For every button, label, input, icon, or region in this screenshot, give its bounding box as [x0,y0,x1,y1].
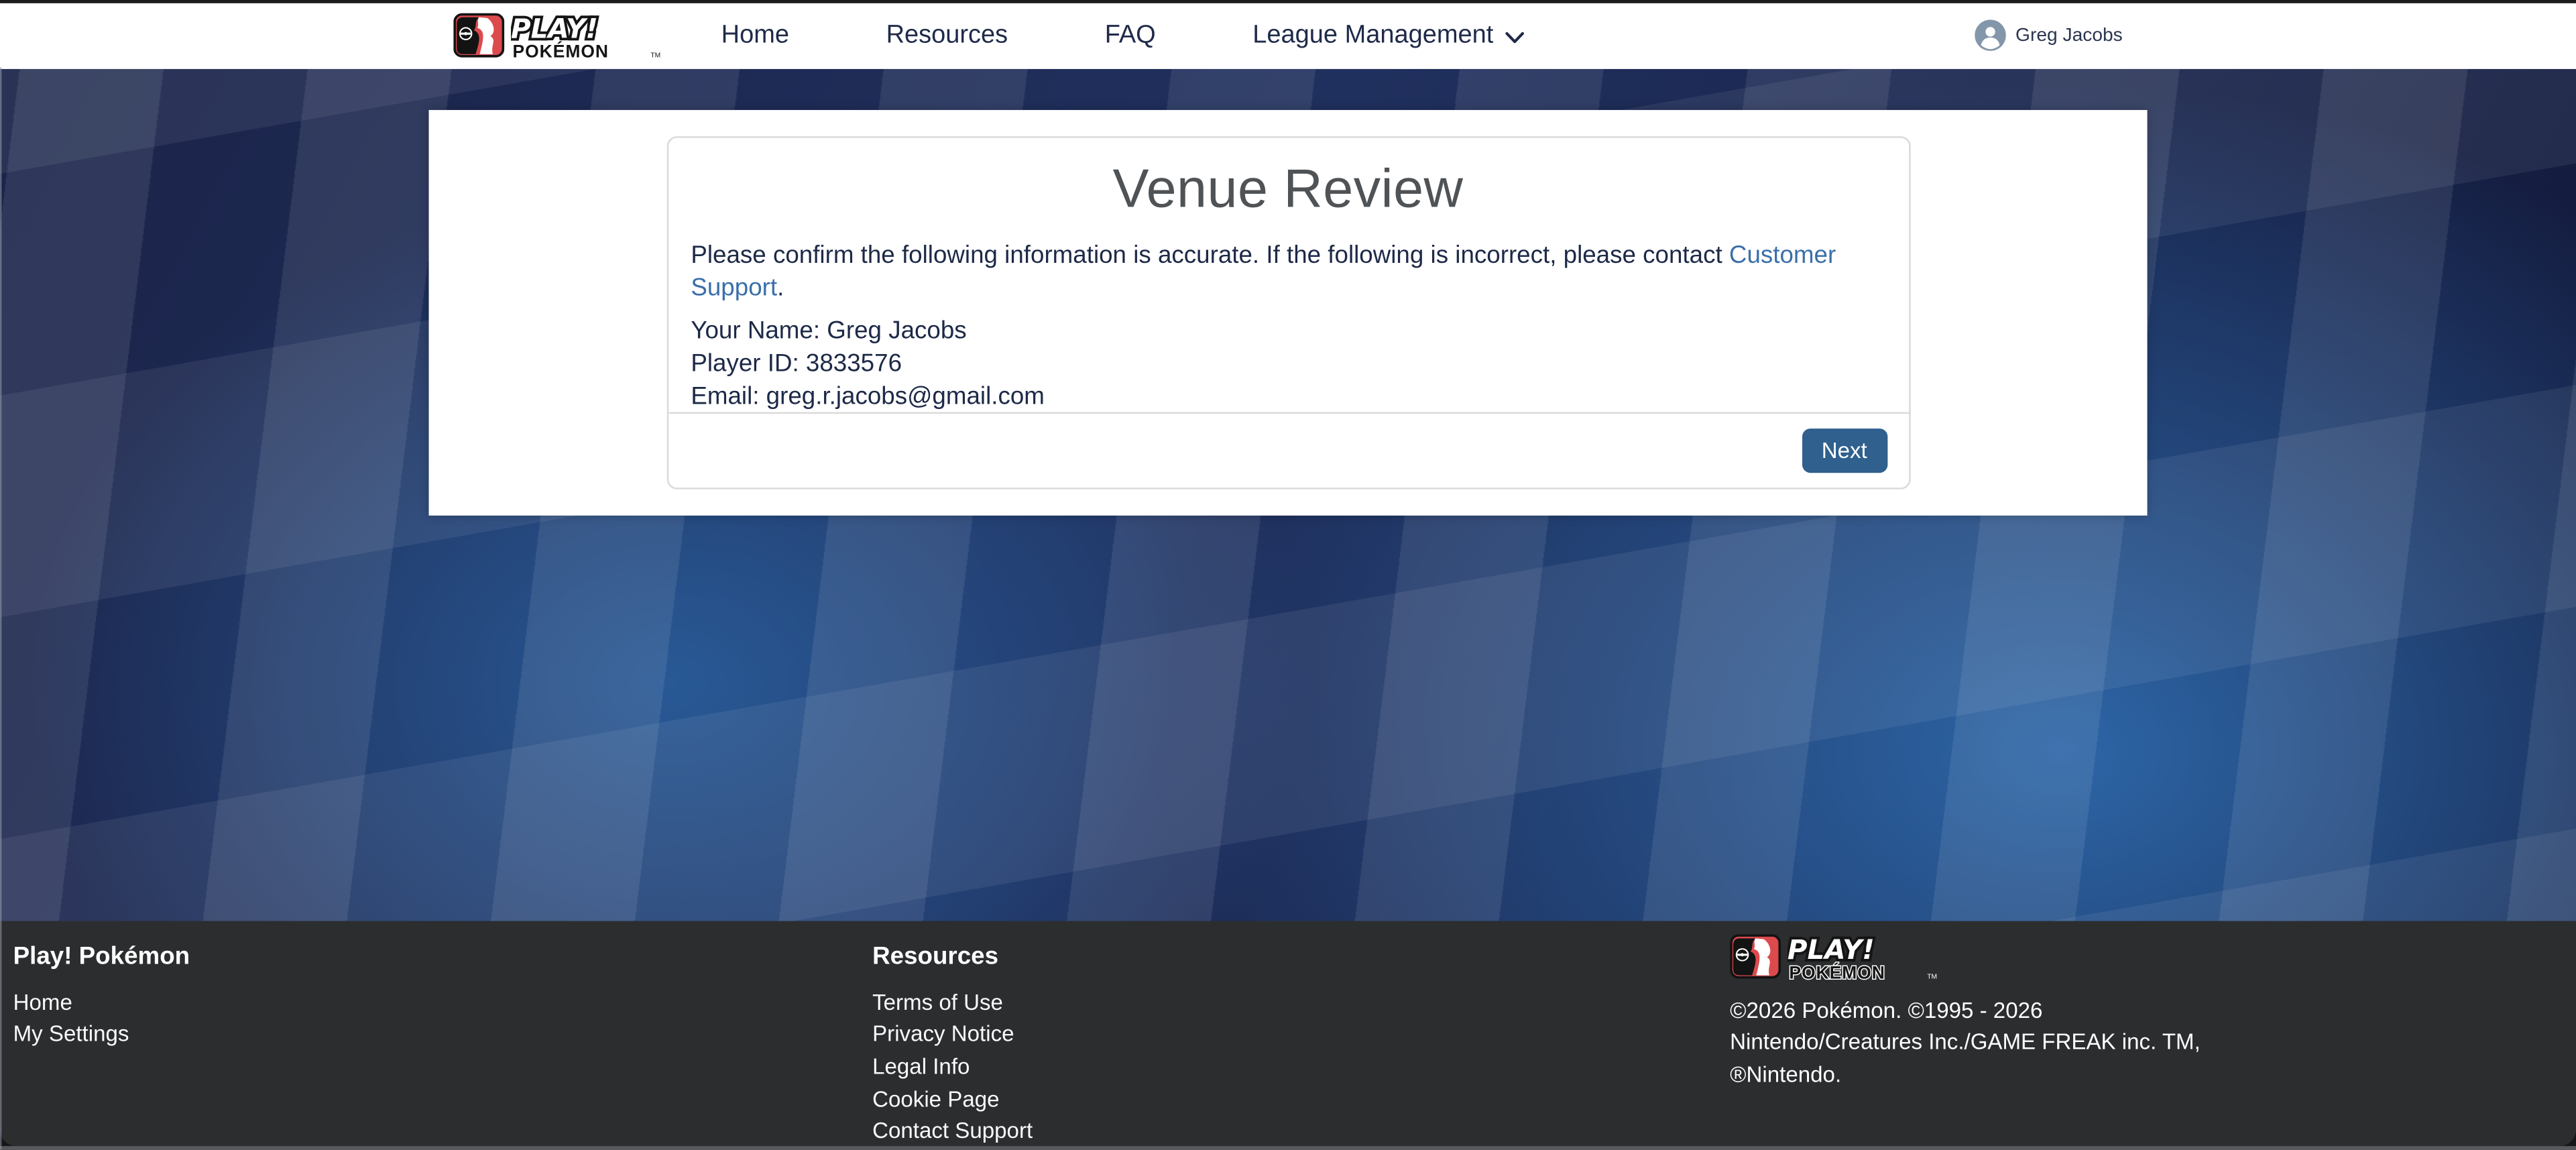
footer-play-pokemon-badge-icon [1730,933,1781,978]
play-pokemon-wordmark: PLAY! POKÉMON TM [511,12,662,60]
nav-link-home[interactable]: Home [721,21,789,50]
footer-links-play-pokemon: Home My Settings [13,986,873,1050]
footer-link-contact-support[interactable]: Contact Support [872,1115,1730,1147]
confirm-text-prefix: Please confirm the following information… [691,241,1729,270]
left-window-edge [0,67,2,1149]
hero-background: Venue Review Please confirm the followin… [0,69,2576,921]
nav-link-league-management-label: League Management [1252,21,1493,50]
venue-review-panel: Venue Review Please confirm the followin… [666,136,1910,489]
footer-heading-resources: Resources [872,941,1730,971]
footer-logo-pokemon-text: POKÉMON [1789,962,1885,979]
nav-link-resources[interactable]: Resources [886,21,1008,50]
footer-logo-tm-text: TM [1927,972,1937,979]
footer-link-legal-info[interactable]: Legal Info [872,1051,1730,1083]
footer: Play! Pokémon Home My Settings Resources… [0,920,2576,1150]
footer-logo-play-text: PLAY! [1788,933,1875,965]
player-email-line: Email: greg.r.jacobs@gmail.com [691,381,1885,414]
venue-review-panel-body: Venue Review Please confirm the followin… [668,138,1908,414]
nav-link-home-label: Home [721,21,789,50]
user-menu[interactable]: Greg Jacobs [1975,20,2123,52]
top-navbar: PLAY! POKÉMON TM Home Resources FAQ Leag… [0,3,2576,69]
copyright-line-2: Nintendo/Creatures Inc./GAME FREAK inc. … [1730,1026,2223,1058]
footer-heading-play-pokemon: Play! Pokémon [13,941,873,971]
footer-play-pokemon-logo: PLAY! POKÉMON TM [1730,932,2576,980]
play-pokemon-badge-icon [453,13,504,58]
player-id-line: Player ID: 3833576 [691,348,1885,381]
copyright-line-1: ©2026 Pokémon. ©1995 - 2026 [1730,994,2223,1027]
footer-link-home[interactable]: Home [13,986,873,1018]
user-avatar-icon [1975,20,2006,52]
confirm-text-suffix: . [777,274,784,302]
footer-link-cookie-page[interactable]: Cookie Page [872,1083,1730,1115]
footer-link-terms-of-use[interactable]: Terms of Use [872,986,1730,1018]
play-pokemon-logo[interactable]: PLAY! POKÉMON TM [453,12,662,60]
logo-pokemon-text: POKÉMON [512,42,609,59]
bottom-scrollbar-strip[interactable] [0,1146,2576,1150]
logo-play-text: PLAY! [511,13,598,45]
nav-link-faq-label: FAQ [1105,21,1156,50]
nav-link-resources-label: Resources [886,21,1008,50]
next-button[interactable]: Next [1802,428,1887,473]
footer-column-legal: PLAY! POKÉMON TM ©2026 Pokémon. ©1995 - … [1730,937,2576,1146]
footer-column-play-pokemon: Play! Pokémon Home My Settings [13,937,873,1146]
page: PLAY! POKÉMON TM Home Resources FAQ Leag… [0,0,2576,1149]
nav-link-league-management[interactable]: League Management [1252,21,1525,50]
footer-links-resources: Terms of Use Privacy Notice Legal Info C… [872,986,1730,1147]
player-info: Your Name: Greg Jacobs Player ID: 383357… [691,315,1885,414]
venue-review-panel-footer: Next [668,414,1908,487]
navbar-inner: PLAY! POKÉMON TM Home Resources FAQ Leag… [429,3,2148,69]
footer-column-resources: Resources Terms of Use Privacy Notice Le… [872,937,1730,1146]
user-name: Greg Jacobs [2015,26,2123,46]
logo-tm-text: TM [650,52,660,59]
footer-play-pokemon-wordmark: PLAY! POKÉMON TM [1788,932,1938,980]
footer-card: Play! Pokémon Home My Settings Resources… [0,920,2576,1146]
chevron-down-icon [1505,31,1524,44]
copyright-line-3: ®Nintendo. [1730,1058,2223,1090]
player-name-line: Your Name: Greg Jacobs [691,315,1885,348]
content-card: Venue Review Please confirm the followin… [429,110,2148,516]
footer-link-my-settings[interactable]: My Settings [13,1019,873,1051]
nav-links: Home Resources FAQ League Management [721,21,1622,50]
confirm-text: Please confirm the following information… [691,239,1885,305]
footer-link-privacy-notice[interactable]: Privacy Notice [872,1019,1730,1051]
page-title: Venue Review [691,158,1885,220]
nav-link-faq[interactable]: FAQ [1105,21,1156,50]
copyright-text: ©2026 Pokémon. ©1995 - 2026 Nintendo/Cre… [1730,994,2223,1090]
